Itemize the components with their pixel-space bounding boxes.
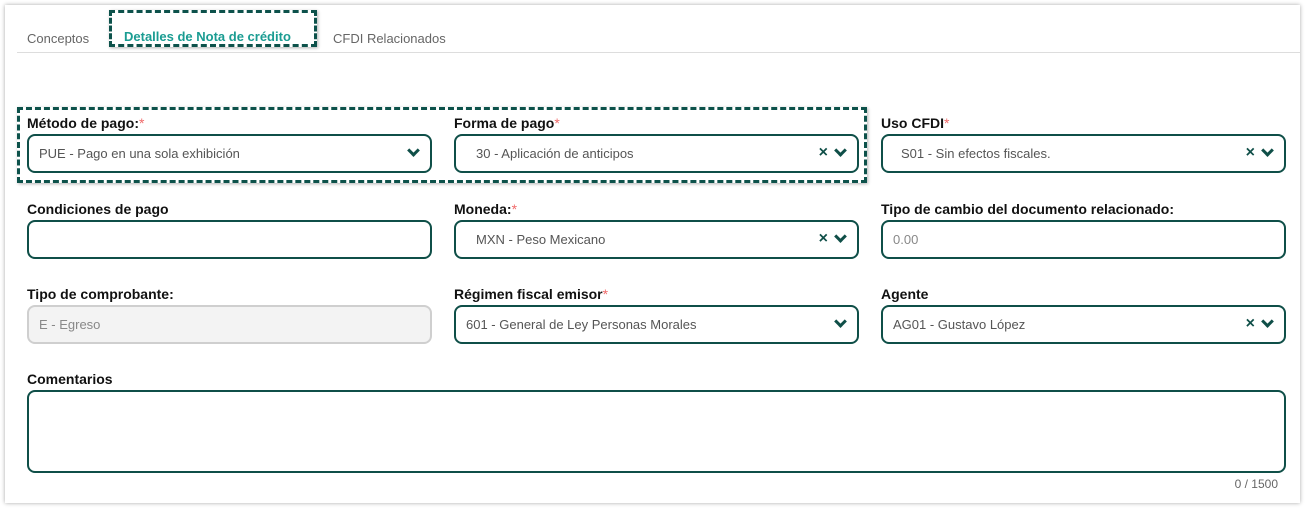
comentarios-label: Comentarios xyxy=(27,371,113,387)
tab-cfdi-relacionados[interactable]: CFDI Relacionados xyxy=(333,31,446,46)
credit-note-form: Conceptos Detalles de Nota de crédito CF… xyxy=(5,5,1300,503)
chevron-down-icon[interactable] xyxy=(407,144,420,157)
chevron-down-icon[interactable] xyxy=(834,315,847,328)
regimen-label: Régimen fiscal emisor* xyxy=(454,286,609,302)
clear-icon[interactable]: × xyxy=(1246,145,1255,161)
metodo-label: Método de pago:* xyxy=(27,115,145,131)
tipo-comprobante-label: Tipo de comprobante: xyxy=(27,286,174,302)
regimen-select[interactable]: 601 - General de Ley Personas Morales xyxy=(454,305,859,344)
metodo-pago-select[interactable]: PUE - Pago en una sola exhibición xyxy=(27,134,432,173)
chevron-down-icon[interactable] xyxy=(834,144,847,157)
chevron-down-icon[interactable] xyxy=(1261,315,1274,328)
clear-icon[interactable]: × xyxy=(1246,316,1255,332)
moneda-label: Moneda:* xyxy=(454,201,518,217)
agente-label: Agente xyxy=(881,286,929,302)
tab-conceptos[interactable]: Conceptos xyxy=(27,31,89,46)
uso-label: Uso CFDI* xyxy=(881,115,950,131)
clear-icon[interactable]: × xyxy=(819,231,828,247)
tipo-cambio-label: Tipo de cambio del documento relacionado… xyxy=(881,201,1175,217)
comentarios-textarea[interactable] xyxy=(27,390,1286,473)
forma-pago-select[interactable]: 30 - Aplicación de anticipos × xyxy=(454,134,859,173)
agente-select[interactable]: AG01 - Gustavo López × xyxy=(881,305,1286,344)
condiciones-input[interactable] xyxy=(27,220,432,259)
moneda-select[interactable]: MXN - Peso Mexicano × xyxy=(454,220,859,259)
tipo-comprobante-input: E - Egreso xyxy=(27,305,432,344)
condiciones-label: Condiciones de pago xyxy=(27,201,169,217)
clear-icon[interactable]: × xyxy=(819,145,828,161)
tipo-cambio-input[interactable]: 0.00 xyxy=(881,220,1286,259)
chevron-down-icon[interactable] xyxy=(1261,144,1274,157)
uso-cfdi-select[interactable]: S01 - Sin efectos fiscales. × xyxy=(881,134,1286,173)
char-counter: 0 / 1500 xyxy=(1234,477,1278,491)
tab-highlight xyxy=(109,10,317,47)
forma-label: Forma de pago* xyxy=(454,115,560,131)
chevron-down-icon[interactable] xyxy=(834,230,847,243)
